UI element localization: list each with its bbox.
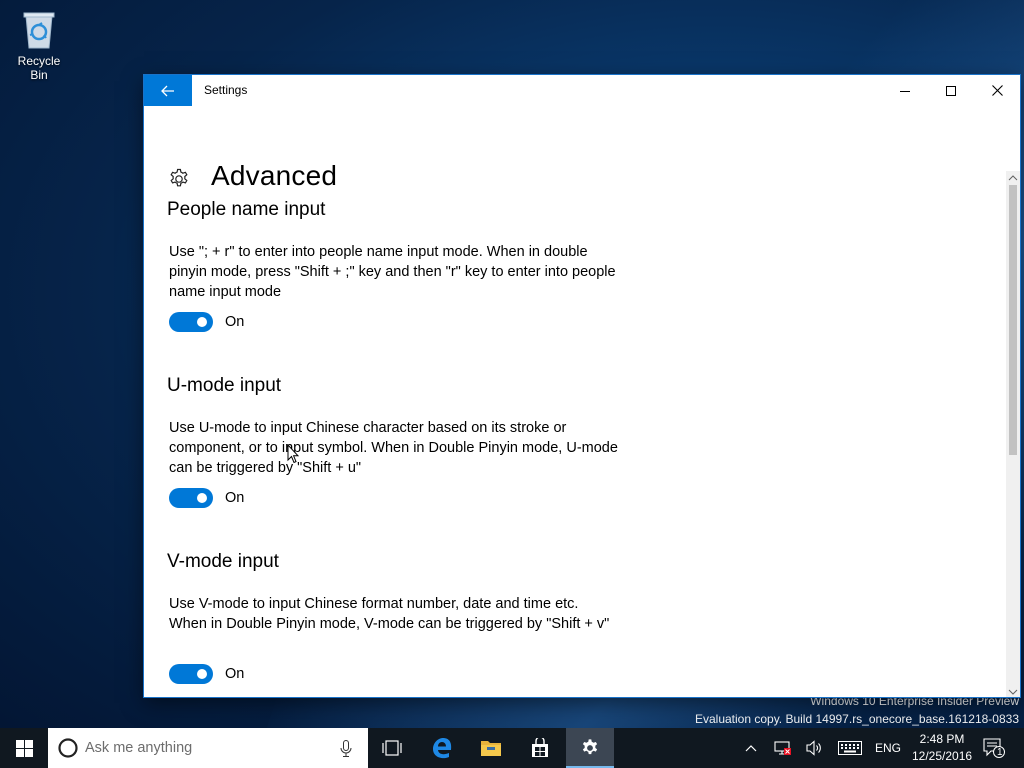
toggle-people-name-input[interactable] (169, 312, 213, 332)
section-title-v-mode-input: V-mode input (167, 551, 279, 572)
toggle-u-mode-input[interactable] (169, 488, 213, 508)
section-title-u-mode-input: U-mode input (167, 375, 282, 396)
section-description-v-mode-input: Use V-mode to input Chinese format numbe… (169, 596, 610, 632)
window-title: Settings (204, 83, 248, 97)
task-view-button[interactable] (368, 728, 416, 768)
taskbar: Ask me anything ENG 2:48 PM 12/25/2016 1 (0, 728, 1024, 768)
notification-count-badge: 1 (997, 747, 1003, 758)
store-icon (532, 738, 548, 757)
microphone-icon[interactable] (340, 740, 352, 757)
settings-content: Advanced People name input Use "; + r" t… (144, 106, 1006, 697)
clock[interactable]: 2:48 PM 12/25/2016 (912, 731, 972, 765)
toggle-knob (197, 317, 207, 327)
touch-keyboard-button[interactable] (836, 728, 864, 768)
minimize-icon (900, 90, 910, 92)
scroll-down-icon[interactable] (1006, 685, 1020, 697)
search-placeholder: Ask me anything (85, 740, 193, 756)
file-explorer-button[interactable] (467, 728, 515, 768)
task-view-icon (382, 740, 402, 756)
back-arrow-icon (161, 85, 174, 96)
maximize-button[interactable] (928, 75, 974, 106)
toggle-state-label: On (225, 490, 245, 506)
recycle-bin-icon (22, 10, 56, 50)
vertical-scrollbar[interactable] (1006, 171, 1020, 697)
toggle-v-mode-input[interactable] (169, 664, 213, 684)
speaker-icon (806, 740, 821, 756)
network-disconnected-icon (774, 741, 791, 755)
settings-window: Settings Advanced People name input Use … (144, 75, 1020, 697)
action-center-button[interactable]: 1 (980, 728, 1008, 768)
cortana-search-box[interactable]: Ask me anything (48, 728, 368, 768)
minimize-button[interactable] (882, 75, 928, 106)
toggle-knob (197, 493, 207, 503)
clock-time: 2:48 PM (919, 732, 965, 746)
close-button[interactable] (974, 75, 1020, 106)
scrollbar-thumb[interactable] (1009, 185, 1017, 455)
page-title: Advanced (211, 160, 338, 191)
recycle-bin-label: Recycle Bin (17, 54, 61, 82)
title-bar[interactable]: Settings (144, 75, 1020, 106)
input-language-button[interactable]: ENG (872, 728, 904, 768)
edge-button[interactable] (418, 728, 466, 768)
keyboard-icon (838, 741, 862, 755)
recycle-bin-shortcut[interactable]: Recycle Bin (8, 8, 70, 82)
toggle-state-label: On (225, 666, 245, 682)
store-button[interactable] (516, 728, 564, 768)
maximize-icon (946, 85, 956, 96)
scroll-up-icon[interactable] (1006, 171, 1020, 183)
file-explorer-icon (481, 741, 501, 756)
section-title-people-name-input: People name input (167, 199, 326, 220)
back-button[interactable] (144, 75, 192, 106)
edge-icon (433, 738, 452, 759)
section-description-u-mode-input: Use U-mode to input Chinese character ba… (169, 420, 618, 476)
show-hidden-icons-button[interactable] (740, 728, 762, 768)
chevron-up-icon (745, 745, 757, 752)
gear-icon (168, 168, 190, 195)
toggle-knob (197, 669, 207, 679)
clock-date: 12/25/2016 (912, 749, 973, 763)
cortana-icon (58, 738, 78, 758)
toggle-state-label: On (225, 314, 245, 330)
mouse-cursor-icon (287, 443, 300, 469)
settings-taskbar-button[interactable] (566, 728, 614, 768)
windows-logo-icon (15, 739, 33, 757)
settings-icon (582, 739, 598, 755)
close-icon (991, 85, 1003, 96)
volume-button[interactable] (804, 728, 826, 768)
start-button[interactable] (0, 728, 48, 768)
network-status-button[interactable] (772, 728, 794, 768)
watermark-build: Evaluation copy. Build 14997.rs_onecore_… (694, 712, 1019, 726)
section-description-people-name-input: Use "; + r" to enter into people name in… (169, 244, 616, 300)
